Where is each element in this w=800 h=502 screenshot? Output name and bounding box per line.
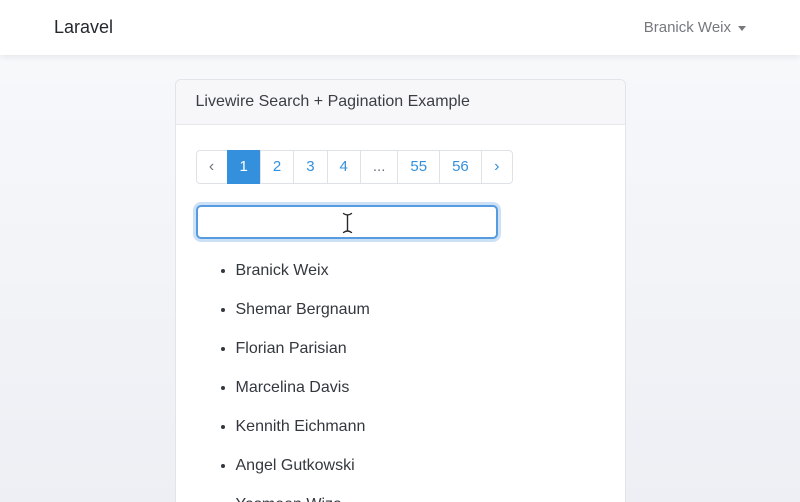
pagination-page-3[interactable]: 3 <box>293 150 328 184</box>
user-dropdown-label: Branick Weix <box>643 19 731 36</box>
pagination-page-4[interactable]: 4 <box>326 150 361 184</box>
list-item: Kennith Eichmann <box>236 415 605 439</box>
search-input[interactable] <box>195 205 498 239</box>
card-header: Livewire Search + Pagination Example <box>175 80 625 125</box>
list-item: Shemar Bergnaum <box>236 298 605 322</box>
card-body: ‹ 1 2 3 4 ... 55 56 › • Branick Weix • S… <box>176 125 625 502</box>
page-content: Livewire Search + Pagination Example ‹ 1… <box>0 79 800 502</box>
navbar: Laravel Branick Weix <box>0 0 800 55</box>
card-title: Livewire Search + Pagination Example <box>195 93 470 110</box>
list-item: Florian Parisian <box>236 337 605 361</box>
pagination-next[interactable]: › <box>480 150 513 184</box>
pagination-page-1[interactable]: 1 <box>226 150 261 184</box>
user-dropdown[interactable]: Branick Weix <box>644 19 746 36</box>
pagination-page-55[interactable]: 55 <box>397 150 441 184</box>
pagination-ellipsis: ... <box>359 150 399 184</box>
example-card: Livewire Search + Pagination Example ‹ 1… <box>174 79 626 502</box>
prev-page-icon: ‹ <box>195 150 228 184</box>
list-item: Branick Weix <box>236 259 605 283</box>
list-item: Marcelina Davis <box>236 376 605 400</box>
next-page-icon[interactable]: › <box>480 150 513 184</box>
pagination-page-56[interactable]: 56 <box>439 150 482 184</box>
list-item: Angel Gutkowski <box>236 454 605 478</box>
pagination: ‹ 1 2 3 4 ... 55 56 › <box>195 150 605 184</box>
list-item: Yasmeen Wiza <box>236 493 605 502</box>
pagination-page-2[interactable]: 2 <box>259 150 295 184</box>
chevron-down-icon <box>738 26 746 31</box>
navbar-container: Laravel Branick Weix <box>54 0 746 55</box>
pagination-prev: ‹ <box>195 150 228 184</box>
search-wrapper <box>195 205 498 239</box>
results-list: Branick Weix Shemar Bergnaum Florian Par… <box>196 259 605 502</box>
brand-link[interactable]: Laravel <box>54 17 113 38</box>
